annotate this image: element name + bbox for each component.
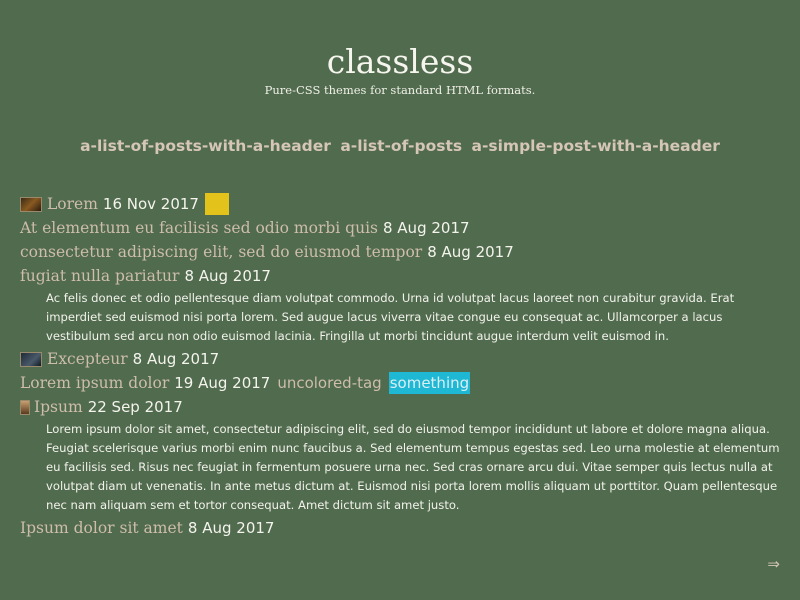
post-date: 8 Aug 2017 xyxy=(184,267,271,285)
nav-link-simple-post-with-header[interactable]: a-simple-post-with-a-header xyxy=(471,137,719,155)
list-item: At elementum eu facilisis sed odio morbi… xyxy=(20,216,780,240)
nav-link-list-of-posts-with-header[interactable]: a-list-of-posts-with-a-header xyxy=(80,137,331,155)
list-item: Ipsum dolor sit amet 8 Aug 2017 xyxy=(20,516,780,540)
post-title-link[interactable]: Lorem ipsum dolor xyxy=(20,371,169,395)
site-subtitle: Pure-CSS themes for standard HTML format… xyxy=(264,83,536,97)
post-date: 22 Sep 2017 xyxy=(87,398,183,416)
post-date: 19 Aug 2017 xyxy=(174,374,271,392)
next-page-arrow-icon[interactable]: ⇒ xyxy=(767,555,780,573)
post-date: 8 Aug 2017 xyxy=(382,219,470,237)
post-title-link[interactable]: Lorem xyxy=(47,192,98,216)
post-date: 8 Aug 2017 xyxy=(132,350,220,368)
post-date: 8 Aug 2017 xyxy=(427,243,514,261)
post-title-link[interactable]: fugiat nulla pariatur xyxy=(20,264,179,288)
list-item: fugiat nulla pariatur 8 Aug 2017 xyxy=(20,264,780,288)
post-title-link[interactable]: Ipsum dolor sit amet xyxy=(20,516,183,540)
post-title-link[interactable]: At elementum eu facilisis sed odio morbi… xyxy=(20,216,378,240)
post-list: Lorem 16 Nov 2017 xx At elementum eu fac… xyxy=(20,192,780,540)
list-item: Lorem 16 Nov 2017 xx xyxy=(20,192,780,216)
uncolored-tag[interactable]: uncolored-tag xyxy=(276,372,382,394)
site-title: classless xyxy=(326,42,474,81)
cyan-tag[interactable]: something xyxy=(388,372,471,394)
post-title-link[interactable]: Ipsum xyxy=(34,395,83,419)
list-item: Ipsum 22 Sep 2017 xyxy=(20,395,780,419)
site-nav: a-list-of-posts-with-a-header a-list-of-… xyxy=(0,136,800,156)
list-item: Lorem ipsum dolor 19 Aug 2017 uncolored-… xyxy=(20,371,780,395)
post-date: 16 Nov 2017 xyxy=(102,195,199,213)
post-title-link[interactable]: consectetur adipiscing elit, sed do eius… xyxy=(20,240,422,264)
list-item: consectetur adipiscing elit, sed do eius… xyxy=(20,240,780,264)
site-header: classless Pure-CSS themes for standard H… xyxy=(0,0,800,97)
post-thumbnail[interactable] xyxy=(20,351,42,367)
post-title-link[interactable]: Excepteur xyxy=(47,347,128,371)
list-item: Excepteur 8 Aug 2017 xyxy=(20,347,780,371)
post-excerpt: Ac felis donec et odio pellentesque diam… xyxy=(46,291,735,343)
post-thumbnail[interactable] xyxy=(20,399,30,415)
post-thumbnail[interactable] xyxy=(20,196,42,212)
post-date: 8 Aug 2017 xyxy=(187,519,275,537)
nav-link-list-of-posts[interactable]: a-list-of-posts xyxy=(340,137,462,155)
post-excerpt: Lorem ipsum dolor sit amet, consectetur … xyxy=(46,422,780,512)
yellow-tag[interactable]: xx xyxy=(204,193,229,215)
